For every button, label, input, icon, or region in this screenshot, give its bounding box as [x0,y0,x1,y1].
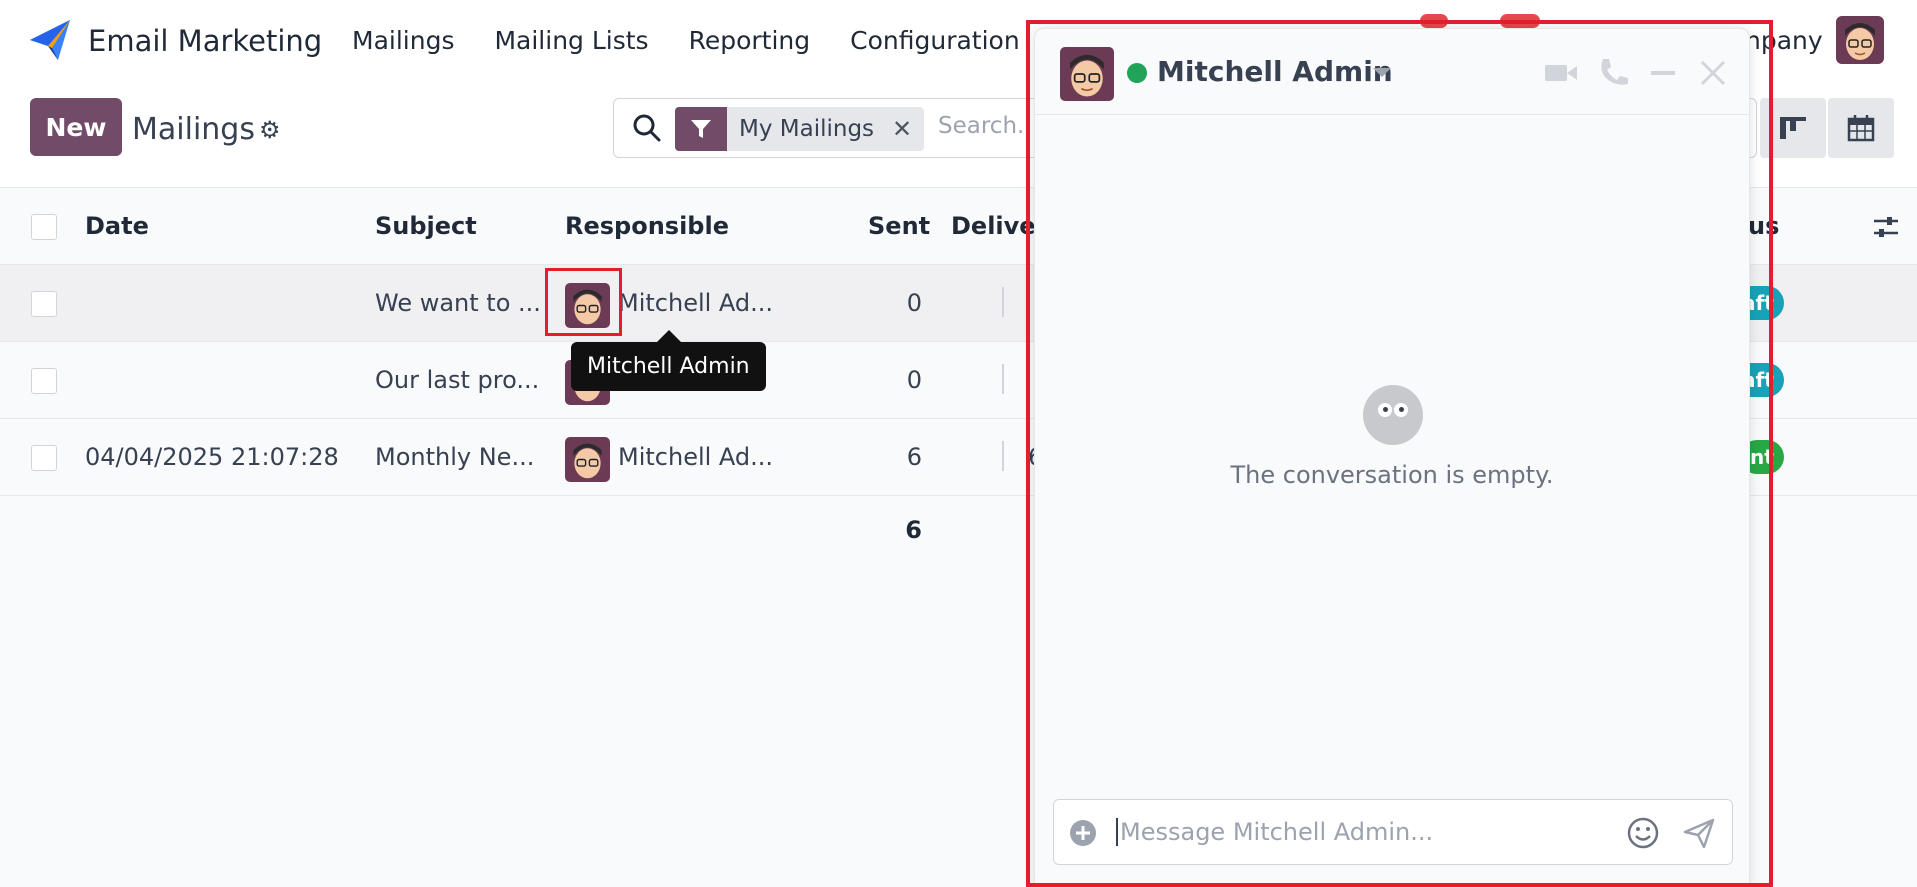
progress-separator [1002,364,1004,394]
menu-configuration[interactable]: Configuration [850,26,1020,55]
empty-conversation-text: The conversation is empty. [1230,461,1554,489]
menu-reporting[interactable]: Reporting [689,26,811,55]
filter-icon [675,107,727,151]
kanban-view-button[interactable] [1760,98,1826,158]
user-avatar[interactable] [1836,16,1884,64]
messages-badge [1500,14,1540,28]
chevron-down-icon[interactable] [1373,68,1391,77]
responsible-avatar[interactable] [565,437,610,482]
new-button[interactable]: New [30,98,122,156]
chat-window: Mitchell Admin The conversation is empty… [1034,28,1750,887]
row-checkbox[interactable] [31,291,57,317]
chat-header[interactable]: Mitchell Admin [1035,29,1749,115]
calendar-view-button[interactable] [1828,98,1894,158]
row-sent: 6 [906,443,922,471]
activity-badge [1420,14,1448,28]
menu-mailings[interactable]: Mailings [352,26,454,55]
row-subject: We want to ... [375,289,541,317]
remove-facet-icon[interactable]: ✕ [886,107,924,151]
row-subject: Monthly Ne... [375,443,535,471]
column-subject[interactable]: Subject [375,212,477,240]
progress-separator [1002,441,1004,471]
phone-icon[interactable] [1595,55,1631,91]
video-call-icon[interactable] [1543,55,1579,91]
row-sent: 0 [906,289,922,317]
progress-separator [1002,287,1004,317]
search-icon[interactable] [632,113,662,143]
message-input[interactable]: Message Mitchell Admin... [1116,818,1433,846]
message-composer[interactable]: Message Mitchell Admin... [1053,799,1733,865]
avatar-tooltip: Mitchell Admin [571,330,766,391]
app-name[interactable]: Email Marketing [88,24,322,58]
main-menu: Mailings Mailing Lists Reporting Configu… [352,26,1020,55]
column-sent[interactable]: Sent [868,212,930,240]
row-date: 04/04/2025 21:07:28 [85,443,339,471]
responsible-name: Mitchell Ad... [618,443,774,471]
row-sent: 0 [906,366,922,394]
column-status[interactable]: us [1748,212,1779,240]
send-icon[interactable] [1682,816,1716,850]
column-responsible[interactable]: Responsible [565,212,729,240]
highlight-avatar-box [545,268,622,336]
select-all-checkbox[interactable] [31,214,57,240]
chat-title[interactable]: Mitchell Admin [1157,55,1393,88]
online-status-icon [1127,63,1147,83]
company-switcher[interactable]: npany [1745,26,1823,55]
optional-columns-icon[interactable] [1872,214,1900,240]
page-title: Mailings [132,112,255,147]
gear-icon[interactable]: ⚙ [259,116,281,144]
search-facet: My Mailings ✕ [675,107,925,151]
search-input[interactable]: Search... [938,113,1039,139]
row-checkbox[interactable] [31,445,57,471]
menu-mailing-lists[interactable]: Mailing Lists [494,26,648,55]
avatar-icon [565,437,610,482]
minimize-icon[interactable] [1645,55,1681,91]
responsible-name: Mitchell Ad... [618,289,774,317]
email-marketing-logo-icon[interactable] [28,18,72,62]
row-checkbox[interactable] [31,368,57,394]
close-icon[interactable] [1695,55,1731,91]
empty-conversation-icon [1363,385,1423,445]
add-attachment-icon[interactable] [1068,818,1098,848]
sent-total: 6 [905,516,922,544]
calendar-icon [1847,115,1875,142]
facet-label: My Mailings [739,116,875,142]
chat-avatar[interactable] [1060,47,1114,101]
avatar-icon [1060,47,1114,101]
column-date[interactable]: Date [85,212,149,240]
emoji-icon[interactable] [1626,816,1660,850]
row-subject: Our last pro... [375,366,540,394]
user-avatar-icon [1836,16,1884,64]
kanban-icon [1780,117,1806,139]
